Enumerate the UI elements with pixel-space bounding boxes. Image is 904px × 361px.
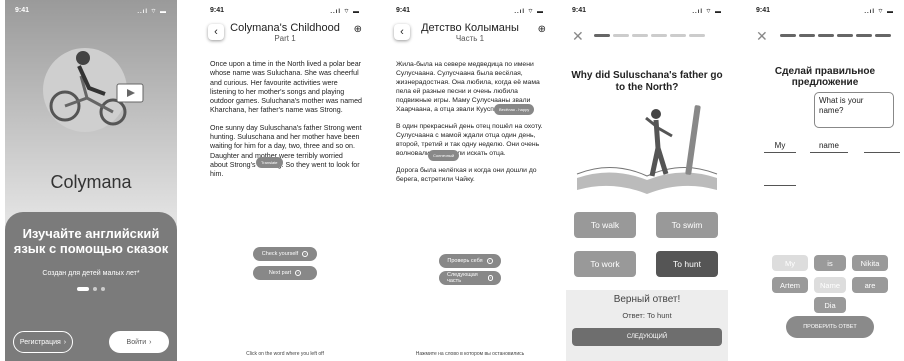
- translation-tooltip: Весёлая - happy: [494, 104, 535, 115]
- welcome-subtitle: Создан для детей малых лет*: [42, 270, 140, 277]
- close-icon[interactable]: ✕: [572, 28, 584, 45]
- story-title: Colymana's Childhood: [230, 22, 340, 34]
- quiz-screen: 9:41 ..ıl ⌔ ▬ ✕ Why did Suluschana's fath…: [562, 0, 732, 361]
- paragraph[interactable]: Дорога была нелёгкая и когда они дошли д…: [396, 166, 546, 184]
- word-chip-used[interactable]: Name: [814, 277, 846, 293]
- close-icon[interactable]: ✕: [756, 28, 768, 45]
- pager-dot-active[interactable]: [77, 287, 89, 291]
- footer-hint: Click on the word where you left off: [246, 351, 324, 357]
- status-bar: 9:41 ..ıl ⌔ ▬: [210, 7, 360, 15]
- word-chip[interactable]: Nikita: [852, 255, 888, 271]
- answer-option[interactable]: To swim: [656, 212, 718, 238]
- answer-slot[interactable]: My: [764, 141, 796, 153]
- globe-icon[interactable]: ⊕: [538, 24, 546, 35]
- status-bar: 9:41 ..ıl ⌔ ▬: [756, 7, 894, 15]
- story-part: Part 1: [274, 34, 296, 43]
- paragraph[interactable]: Once upon a time in the North lived a po…: [210, 60, 362, 116]
- arrow-icon: ›: [295, 270, 302, 276]
- answer-slot[interactable]: [764, 174, 796, 186]
- check-yourself-button[interactable]: Check yourself ›: [253, 247, 317, 261]
- next-button[interactable]: СЛЕДУЮЩИЙ: [572, 328, 722, 346]
- story-title: Детство Колыманы: [421, 22, 519, 34]
- answer-slot[interactable]: name: [810, 141, 848, 153]
- status-bar: 9:41 ..ıl ⌔ ▬: [396, 7, 544, 15]
- result-title: Верный ответ!: [613, 294, 681, 305]
- check-answer-button[interactable]: ПРОВЕРИТЬ ОТВЕТ: [786, 316, 874, 338]
- question-text: Сделай правильное предложение: [774, 66, 876, 88]
- word-chip[interactable]: are: [852, 277, 888, 293]
- back-button[interactable]: ‹: [208, 24, 224, 40]
- answer-option[interactable]: To walk: [574, 212, 636, 238]
- answer-slot[interactable]: [864, 141, 900, 153]
- chevron-right-icon: ›: [149, 338, 152, 346]
- pager-dot[interactable]: [93, 287, 97, 291]
- question-text: Why did Suluschana's father go to the No…: [571, 70, 723, 93]
- welcome-headline: Изучайте английский язык с помощью сказо…: [13, 226, 169, 256]
- word-chip[interactable]: is: [814, 255, 846, 271]
- app-logo: Colymana: [50, 172, 132, 192]
- arrow-icon: ›: [302, 251, 309, 257]
- next-part-button[interactable]: Next part ›: [253, 266, 317, 280]
- reading-screen-ru: 9:41 ..ıl ⌔ ▬ ‹ Детство Колыманы Часть 1 …: [386, 0, 554, 361]
- hero-illustration: [43, 48, 144, 132]
- paragraph[interactable]: One sunny day Suluschana's father Strong…: [210, 124, 362, 180]
- next-part-button[interactable]: Следующая часть ›: [439, 271, 501, 285]
- welcome-screen: 9:41 ..ıl ⌔ ▬ Colymana Изучайте английски…: [5, 0, 177, 361]
- chevron-right-icon: ›: [63, 338, 67, 346]
- back-button[interactable]: ‹: [394, 24, 410, 40]
- arrow-icon: ›: [486, 258, 493, 264]
- reading-screen-en: 9:41 ..ıl ⌔ ▬ ‹ Colymana's Childhood Part…: [200, 0, 370, 361]
- story-header: ‹ Детство Колыманы Часть 1 ⊕: [386, 22, 554, 43]
- status-bar: 9:41 ..ıl ⌔ ▬: [572, 7, 722, 15]
- welcome-panel: Изучайте английский язык с помощью сказо…: [5, 212, 177, 361]
- pager-dot[interactable]: [101, 287, 105, 291]
- word-chip[interactable]: Artem: [772, 277, 808, 293]
- story-header: ‹ Colymana's Childhood Part 1 ⊕: [200, 22, 370, 43]
- translation-tooltip: Солнечный: [428, 150, 460, 161]
- progress-bar: [594, 34, 705, 37]
- pager-dots[interactable]: [5, 287, 177, 291]
- check-yourself-button[interactable]: Проверь себя ›: [439, 254, 501, 268]
- register-button[interactable]: Регистрация ›: [13, 331, 73, 353]
- reading-illustration: [576, 105, 718, 194]
- status-bar: 9:41 ..ıl ⌔ ▬: [15, 7, 167, 15]
- word-chip[interactable]: Dia: [814, 297, 846, 313]
- answer-option-selected[interactable]: To hunt: [656, 251, 718, 277]
- story-part: Часть 1: [455, 34, 485, 43]
- story-text[interactable]: Once upon a time in the North lived a po…: [210, 60, 362, 188]
- globe-icon[interactable]: ⊕: [354, 24, 362, 35]
- sentence-screen: 9:41 ..ıl ⌔ ▬ ✕ Сделай правильное предлож…: [746, 0, 904, 361]
- footer-hint: Нажмите на слово в котором вы остановили…: [415, 351, 525, 357]
- translate-tooltip: Translate: [256, 157, 283, 168]
- prompt-bubble: What is your name?: [814, 92, 894, 128]
- arrow-icon: ›: [487, 275, 493, 281]
- answer-option[interactable]: To work: [574, 251, 636, 277]
- word-chip-used[interactable]: My: [772, 255, 808, 271]
- result-panel: Верный ответ! Ответ: To hunt СЛЕДУЮЩИЙ: [566, 290, 728, 361]
- progress-bar: [780, 34, 891, 37]
- result-answer: Ответ: To hunt: [622, 311, 672, 320]
- login-button[interactable]: Войти ›: [109, 331, 169, 353]
- story-text[interactable]: Жила-была на севере медведица по имени С…: [396, 60, 546, 192]
- paragraph[interactable]: В один прекрасный день отец пошёл на охо…: [396, 122, 546, 158]
